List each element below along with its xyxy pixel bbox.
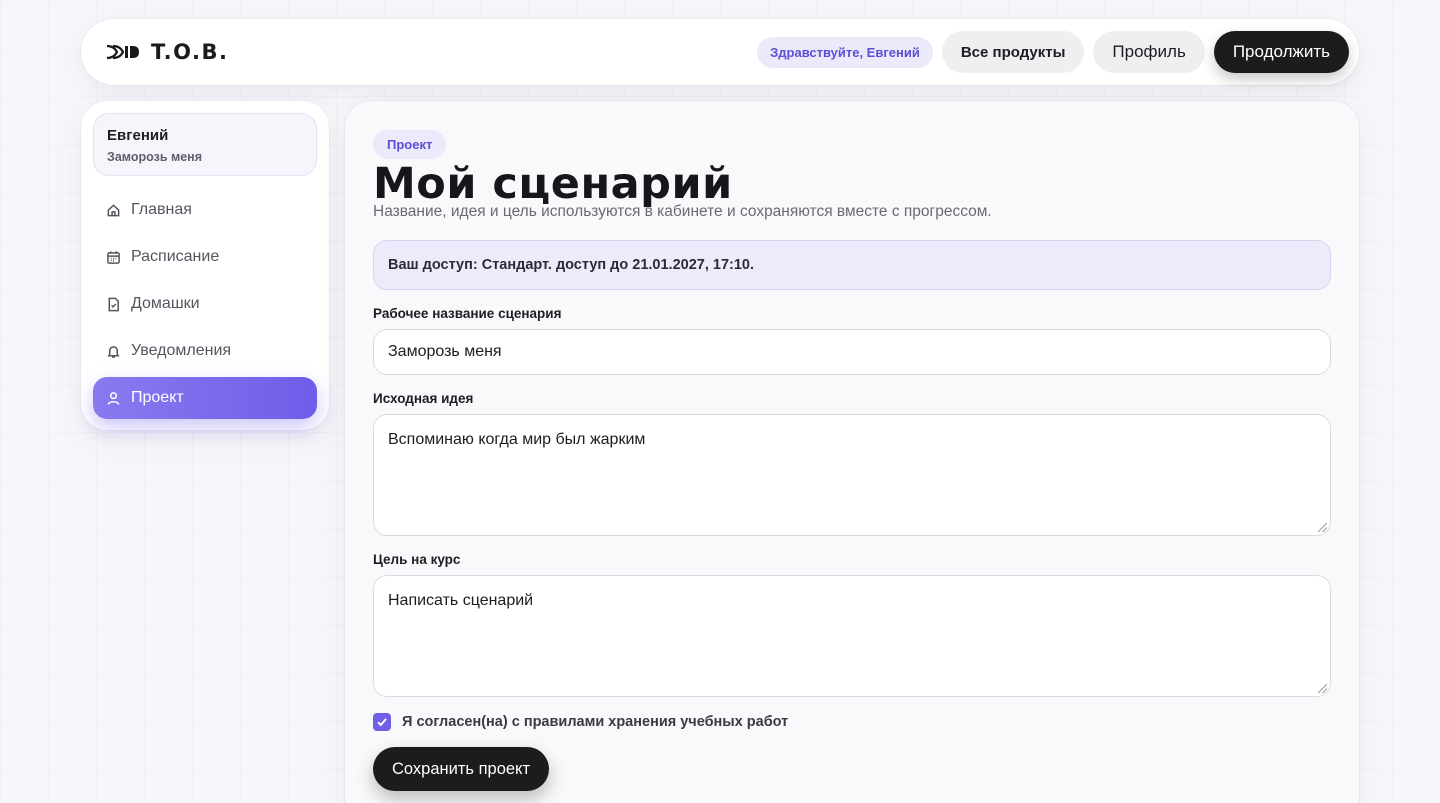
course-goal-value: Написать сценарий: [388, 592, 534, 609]
all-products-button[interactable]: Все продукты: [941, 31, 1085, 73]
logo[interactable]: T.O.B.: [105, 40, 228, 64]
sidebar-item-label: Главная: [131, 201, 192, 218]
sidebar-item-homework[interactable]: Домашки: [93, 283, 317, 325]
bell-icon: [107, 345, 120, 358]
access-notice: Ваш доступ: Стандарт. доступ до 21.01.20…: [373, 240, 1331, 290]
resize-handle[interactable]: [1318, 684, 1327, 693]
sidebar: Евгений Заморозь меня Главная Расписание…: [81, 101, 329, 430]
sidebar-item-label: Расписание: [131, 248, 220, 265]
document-icon: [108, 297, 119, 311]
profile-button[interactable]: Профиль: [1093, 31, 1205, 73]
sidebar-item-label: Домашки: [131, 295, 200, 312]
initial-idea-textarea[interactable]: Вспоминаю когда мир был жарким: [373, 414, 1331, 536]
initial-idea-value: Вспоминаю когда мир был жарким: [388, 431, 646, 448]
home-icon: [107, 203, 120, 216]
page-title: Мой сценарий: [373, 159, 733, 209]
resize-handle[interactable]: [1318, 523, 1327, 532]
sidebar-item-label: Уведомления: [131, 342, 232, 359]
sidebar-item-home[interactable]: Главная: [93, 189, 317, 231]
logo-text: T.O.B.: [151, 40, 229, 64]
greeting-badge: Здравствуйте, Евгений: [757, 36, 933, 68]
section-tag: Проект: [373, 130, 447, 159]
sidebar-item-schedule[interactable]: Расписание: [93, 236, 317, 278]
user-project-name: Заморозь меня: [107, 150, 203, 164]
calendar-icon: [107, 250, 120, 264]
save-project-button[interactable]: Сохранить проект: [373, 747, 550, 791]
top-bar: T.O.B. Здравствуйте, Евгений Все продукт…: [81, 19, 1359, 85]
consent-row: Я согласен(на) с правилами хранения учеб…: [373, 713, 1331, 731]
initial-idea-label: Исходная идея: [373, 391, 474, 406]
course-goal-textarea[interactable]: Написать сценарий: [373, 575, 1331, 697]
course-goal-label: Цель на курс: [373, 552, 461, 567]
sidebar-nav: Главная Расписание Домашки Уведомления П…: [93, 189, 317, 419]
user-name: Евгений: [107, 127, 169, 144]
scenario-name-label: Рабочее название сценария: [373, 306, 562, 321]
page-subtitle: Название, идея и цель используются в каб…: [373, 203, 992, 220]
sidebar-item-notifications[interactable]: Уведомления: [93, 330, 317, 372]
project-panel: Проект Мой сценарий Название, идея и цел…: [345, 101, 1359, 803]
sidebar-item-project[interactable]: Проект: [93, 377, 317, 419]
continue-button[interactable]: Продолжить: [1213, 31, 1349, 73]
consent-label: Я согласен(на) с правилами хранения учеб…: [402, 714, 789, 730]
topbar-actions: Здравствуйте, Евгений Все продукты Профи…: [757, 31, 1349, 73]
user-card: Евгений Заморозь меня: [93, 113, 317, 176]
consent-checkbox[interactable]: [373, 713, 391, 731]
sidebar-item-label: Проект: [131, 389, 184, 406]
scenario-name-input[interactable]: Заморозь меня: [373, 329, 1331, 375]
checkmark-icon: [377, 718, 387, 727]
user-icon: [107, 391, 120, 405]
logo-mark-icon: [106, 44, 139, 60]
